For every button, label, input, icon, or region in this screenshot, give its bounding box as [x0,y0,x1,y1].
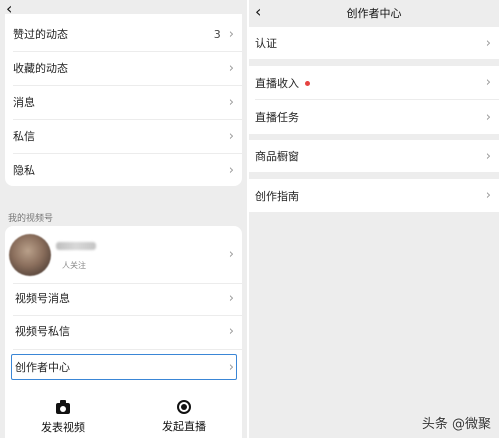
watermark: 头条 @微聚 [421,417,491,432]
chevron-right-icon: › [228,94,234,110]
live-card: 直播收入 › 直播任务 › [249,66,499,134]
item-label: 直播任务 [255,111,299,124]
divider [13,153,242,154]
item-label: 创作指南 [255,189,299,203]
chevron-right-icon: › [228,128,234,144]
divider [13,349,242,350]
left-screen: ‹ 赞过的动态 3 › 收藏的动态 › 消息 › 私信 › 隐私 › 我的视频号 [0,0,247,438]
guide-card: 创作指南 › [249,179,499,212]
chevron-right-icon: › [228,26,234,42]
item-label-wrap: 直播收入 [255,75,486,91]
shop-card: 商品橱窗 › [249,140,499,172]
item-creator-guide[interactable]: 创作指南 › [249,179,499,212]
settings-menu-card: 赞过的动态 3 › 收藏的动态 › 消息 › 私信 › 隐私 › [5,14,242,186]
channel-item-label: 视频号消息 [15,292,70,305]
divider [13,85,242,86]
chevron-right-icon: › [228,290,234,306]
menu-item-label: 私信 [13,130,35,143]
menu-item-privacy[interactable]: 隐私 › [5,156,242,184]
item-shop-window[interactable]: 商品橱窗 › [249,140,499,172]
item-label: 商品橱窗 [255,150,299,163]
menu-item-label: 隐私 [13,164,35,177]
menu-item-liked[interactable]: 赞过的动态 3 › [5,20,242,48]
channel-profile-row[interactable]: 人关注 › [5,230,242,280]
item-verify[interactable]: 认证 › [249,27,499,59]
divider [13,119,242,120]
channel-card: 人关注 › 视频号消息 › 视频号私信 › 创作者中心 › 发表视频 发起直播 [5,226,242,438]
divider [13,315,242,316]
live-record-icon [177,400,191,414]
chevron-right-icon: › [485,148,491,164]
avatar [9,234,51,276]
channel-item-messages[interactable]: 视频号消息 › [5,284,242,312]
menu-item-favorites[interactable]: 收藏的动态 › [5,54,242,82]
liked-count: 3 [213,27,221,41]
channel-item-label: 创作者中心 [15,361,70,374]
go-live-label: 发起直播 [162,420,206,433]
chevron-right-icon: › [228,359,234,375]
item-live-tasks[interactable]: 直播任务 › [249,100,499,134]
chevron-right-icon: › [485,188,491,203]
menu-item-messages[interactable]: 消息 › [5,88,242,116]
menu-item-direct-messages[interactable]: 私信 › [5,122,242,150]
item-live-income[interactable]: 直播收入 › [249,66,499,99]
camera-icon [56,400,70,414]
chevron-right-icon: › [228,323,234,339]
verify-card: 认证 › [249,27,499,59]
followers-label: 人关注 [62,261,86,270]
page-title: 创作者中心 [346,7,402,20]
item-label: 认证 [255,37,277,50]
menu-item-label: 消息 [13,96,35,109]
channel-item-direct-messages[interactable]: 视频号私信 › [5,317,242,345]
post-video-label: 发表视频 [41,421,85,434]
chevron-right-icon: › [485,75,491,90]
chevron-right-icon: › [228,247,234,262]
channel-item-label: 视频号私信 [15,325,70,338]
chevron-right-icon: › [228,162,234,178]
post-video-button[interactable]: 发表视频 [41,400,85,435]
channel-item-creator-center[interactable]: 创作者中心 › [5,354,242,380]
chevron-right-icon: › [228,60,234,76]
chevron-right-icon: › [485,109,491,125]
right-screen: ‹ 创作者中心 认证 › 直播收入 › 直播任务 › 商品橱窗 › 创作指南 ›… [249,0,499,438]
item-label: 直播收入 [255,76,299,90]
nav-bar: ‹ 创作者中心 [249,0,499,26]
section-title-my-channel: 我的视频号 [8,214,54,224]
menu-item-label: 收藏的动态 [13,62,68,75]
chevron-right-icon: › [485,35,491,51]
menu-item-label: 赞过的动态 [13,28,68,41]
go-live-button[interactable]: 发起直播 [162,400,206,434]
divider [13,51,242,52]
channel-name-blurred [56,242,96,250]
notification-dot-icon [305,81,310,86]
